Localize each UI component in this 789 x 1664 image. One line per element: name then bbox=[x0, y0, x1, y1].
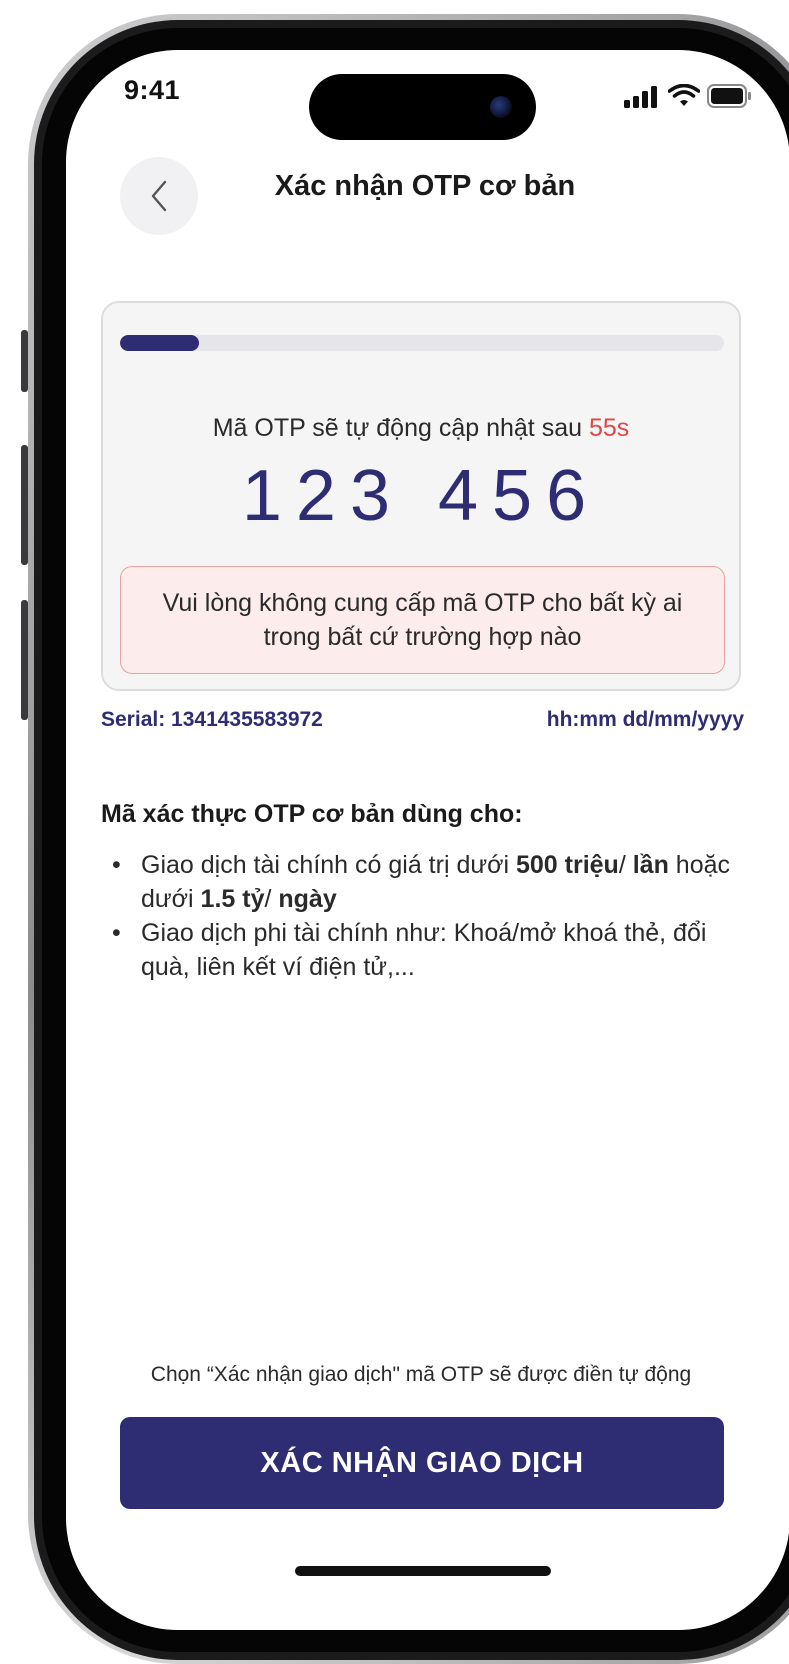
serial-number: Serial: 1341435583972 bbox=[101, 708, 323, 731]
signal-icon bbox=[624, 86, 657, 108]
otp-refresh-note-text: Mã OTP sẽ tự động cập nhật sau bbox=[212, 414, 589, 442]
security-warning: Vui lòng không cung cấp mã OTP cho bất k… bbox=[120, 566, 725, 674]
chevron-left-icon bbox=[151, 180, 167, 212]
otp-code: 123 456 bbox=[241, 456, 601, 536]
status-time: 9:41 bbox=[124, 75, 181, 105]
wifi-icon bbox=[668, 84, 700, 106]
home-indicator[interactable] bbox=[295, 1566, 551, 1576]
mute-switch bbox=[21, 330, 28, 392]
autofill-hint: Chọn “Xác nhận giao dịch" mã OTP sẽ được… bbox=[150, 1363, 692, 1386]
page-title: Xác nhận OTP cơ bản bbox=[274, 170, 576, 202]
list-item-text: Giao dịch phi tài chính như: Khoá/mở kho… bbox=[141, 919, 707, 981]
volume-down-button bbox=[21, 600, 28, 720]
list-item: • Giao dịch phi tài chính như: Khoá/mở k… bbox=[112, 916, 747, 984]
limit-unit-day: ngày bbox=[278, 885, 337, 913]
security-warning-text: Vui lòng không cung cấp mã OTP cho bất k… bbox=[162, 589, 683, 651]
list-item-text: Giao dịch tài chính có giá trị dưới bbox=[141, 851, 516, 879]
otp-datetime: hh:mm dd/mm/yyyy bbox=[546, 708, 744, 731]
bullet-icon: • bbox=[112, 919, 121, 947]
back-button[interactable] bbox=[120, 157, 198, 235]
otp-countdown: 55s bbox=[588, 414, 630, 442]
screen bbox=[66, 50, 789, 1630]
list-item-text: / bbox=[618, 851, 633, 879]
otp-usage-title: Mã xác thực OTP cơ bản dùng cho: bbox=[101, 800, 523, 828]
camera-icon bbox=[490, 96, 512, 118]
list-item-text: / bbox=[264, 885, 279, 913]
bullet-icon: • bbox=[112, 851, 121, 879]
otp-timer-progress-fill bbox=[120, 335, 199, 351]
otp-usage-list: • Giao dịch tài chính có giá trị dưới 50… bbox=[112, 848, 747, 984]
volume-up-button bbox=[21, 445, 28, 565]
list-item: • Giao dịch tài chính có giá trị dưới 50… bbox=[112, 848, 747, 916]
otp-timer-progress bbox=[120, 335, 724, 351]
limit-amount-per-transaction: 500 triệu bbox=[515, 851, 619, 879]
confirm-transaction-button[interactable]: XÁC NHẬN GIAO DỊCH bbox=[120, 1417, 724, 1509]
limit-unit-transaction: lần bbox=[632, 851, 669, 879]
otp-refresh-note: Mã OTP sẽ tự động cập nhật sau 55s bbox=[101, 414, 741, 443]
limit-amount-per-day: 1.5 tỷ bbox=[200, 885, 265, 913]
battery-icon bbox=[707, 84, 751, 108]
